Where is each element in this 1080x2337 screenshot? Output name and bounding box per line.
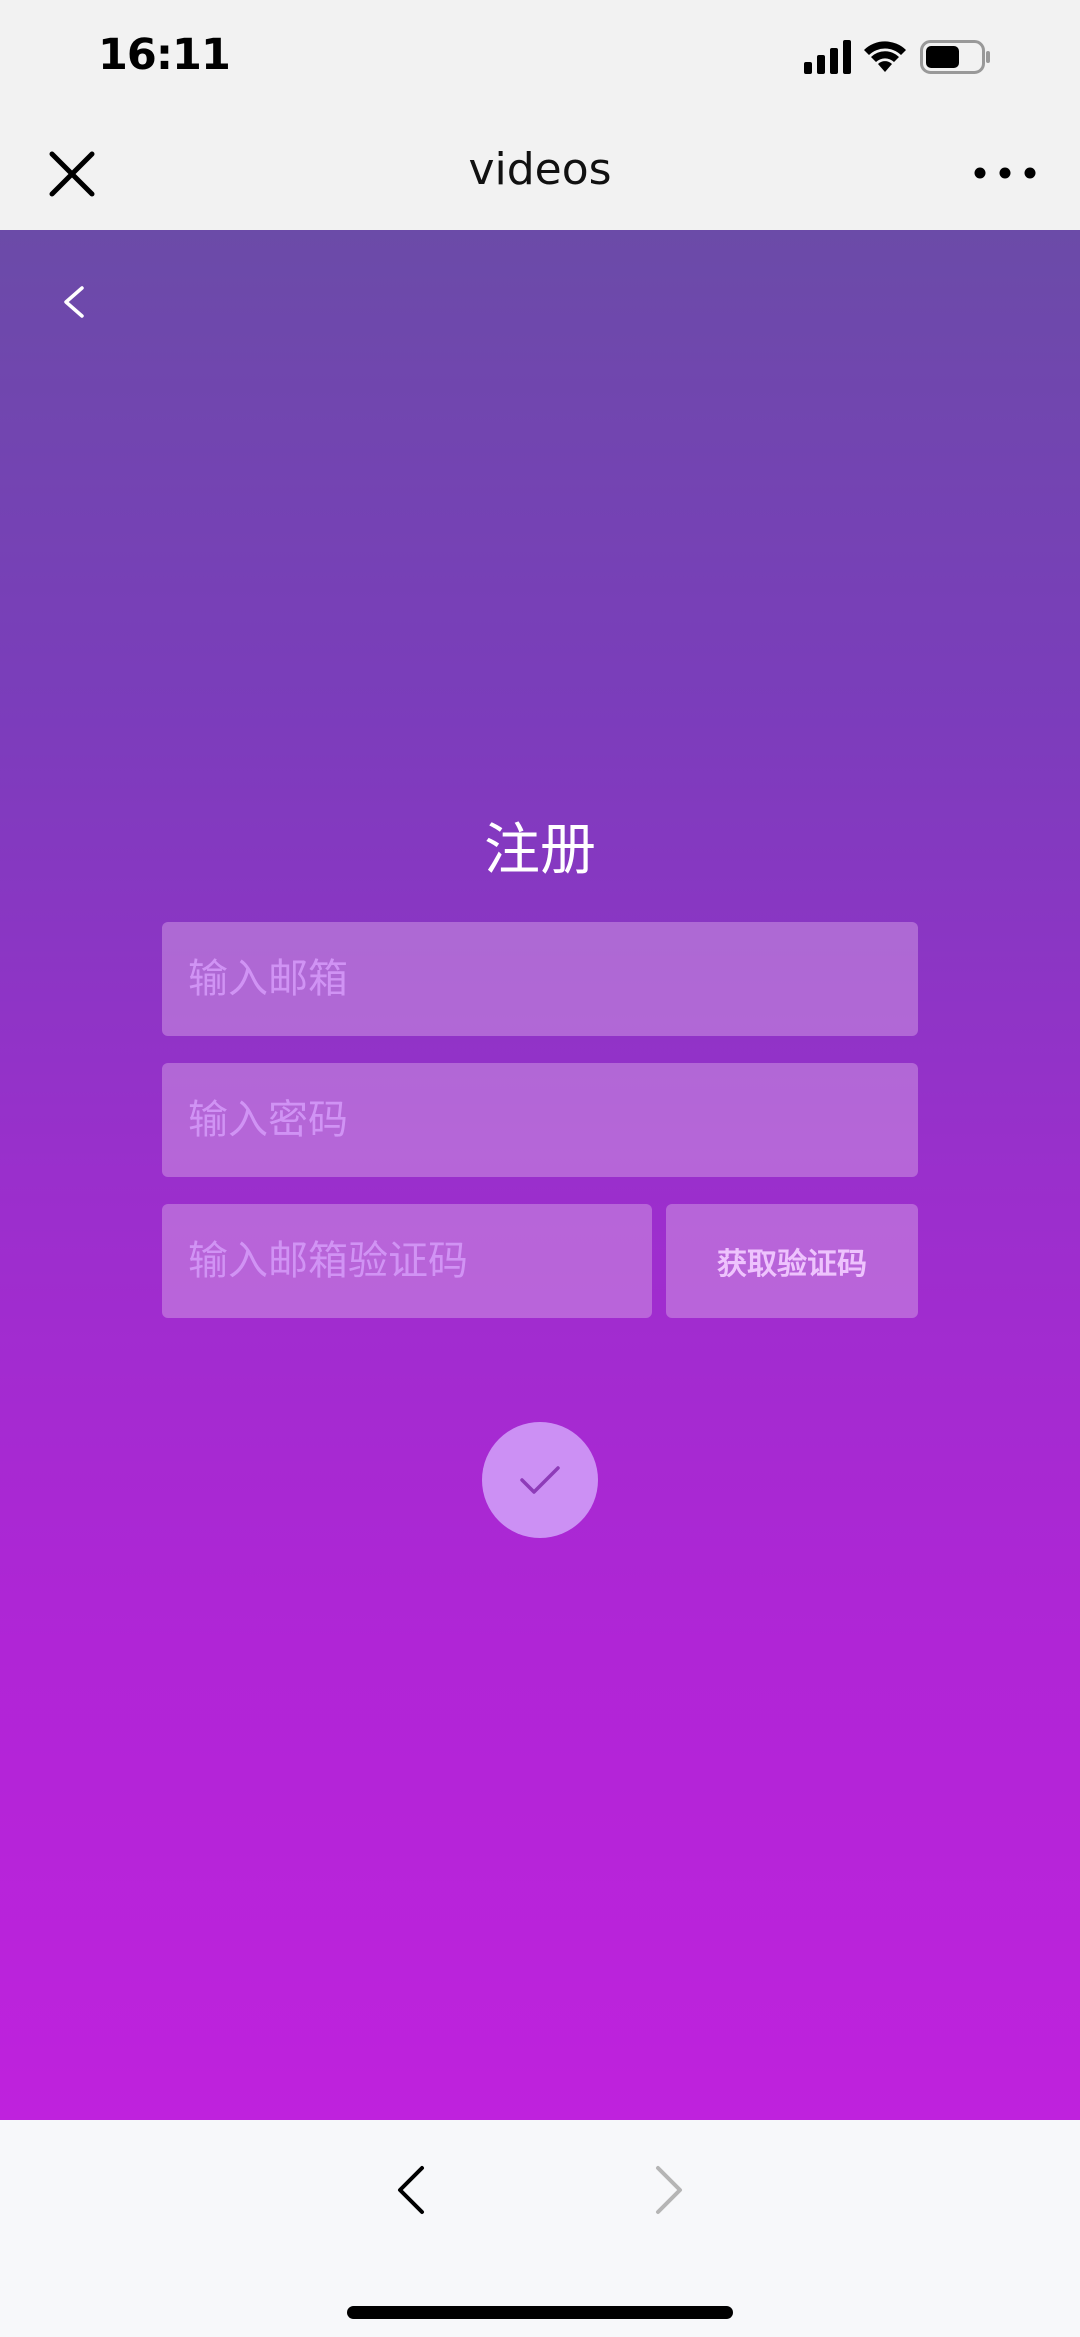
submit-button[interactable] [482,1422,598,1538]
email-field[interactable] [162,922,918,1036]
nav-bar: videos [0,118,1080,230]
verification-code-field[interactable] [162,1204,652,1318]
status-time: 16:11 [98,30,231,80]
more-icon[interactable] [970,158,1040,188]
wifi-icon [864,41,906,72]
cellular-signal-icon [804,40,851,74]
register-screen: 注册 获取验证码 [0,230,1080,2120]
back-arrow-icon[interactable] [56,280,90,324]
verification-code-input[interactable] [162,1204,652,1318]
bottom-toolbar [0,2120,1080,2337]
page-title: videos [468,144,612,195]
register-title: 注册 [484,818,596,883]
home-indicator [347,2306,733,2319]
password-field[interactable] [162,1063,918,1177]
status-bar: 16:11 [0,0,1080,118]
battery-icon [920,40,990,74]
checkmark-icon [520,1466,560,1494]
chevron-left-icon[interactable] [394,2162,428,2218]
email-input[interactable] [162,922,918,1036]
chevron-right-icon[interactable] [652,2162,686,2218]
get-code-button[interactable]: 获取验证码 [666,1204,918,1318]
password-input[interactable] [162,1063,918,1177]
